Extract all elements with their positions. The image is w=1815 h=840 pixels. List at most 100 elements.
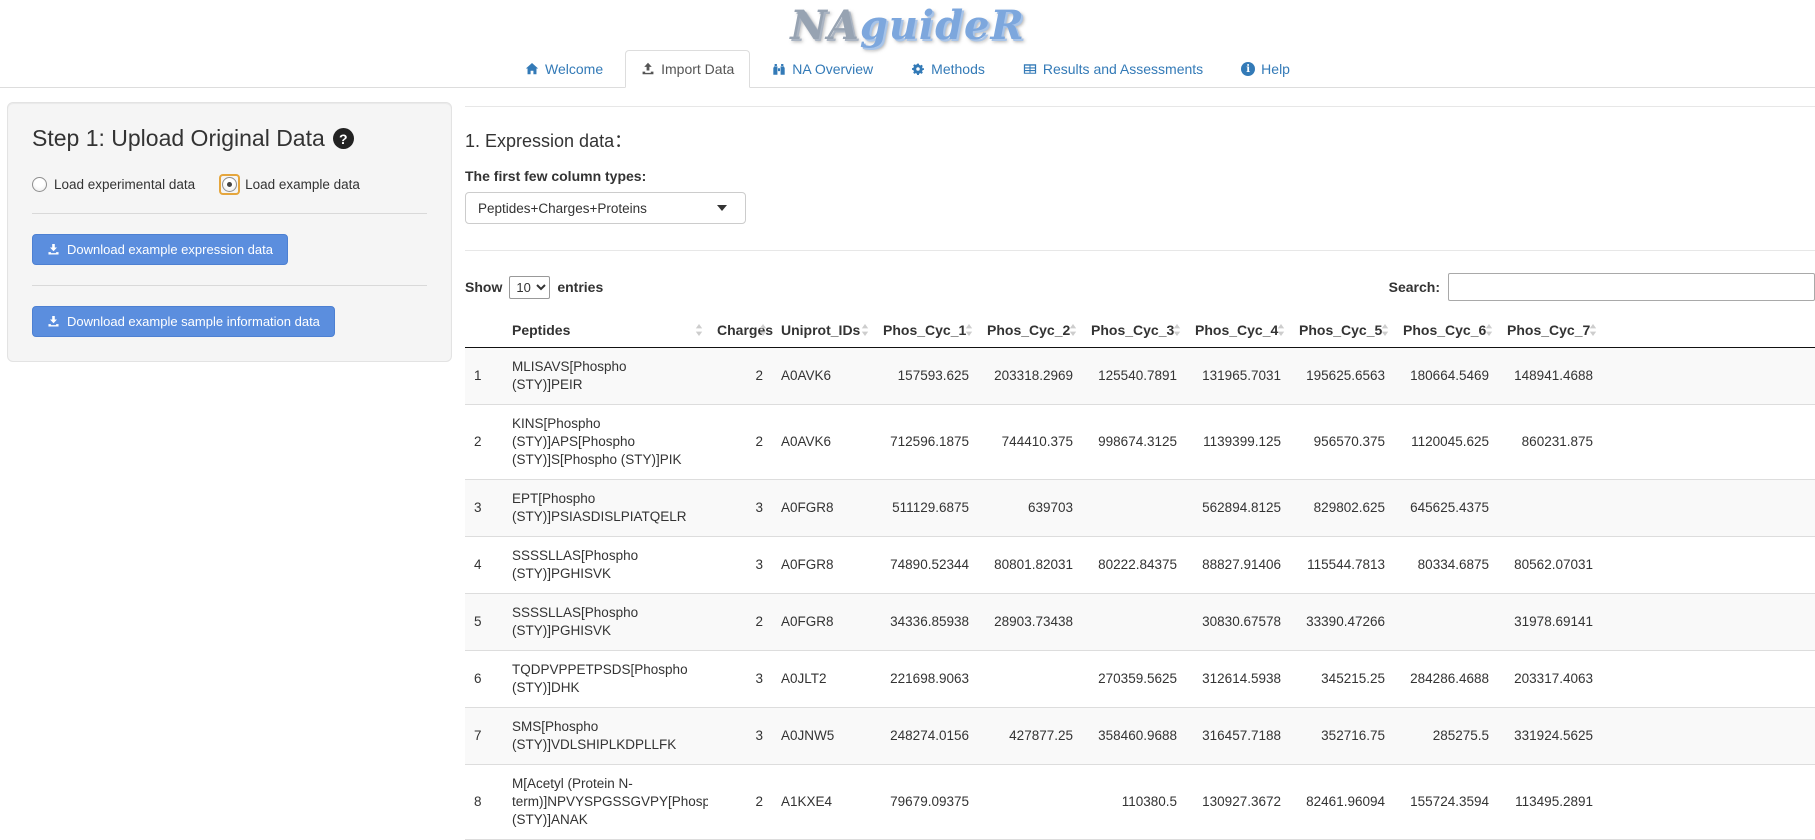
value-cell: 352716.75 — [1290, 708, 1394, 765]
tab-label: Import Data — [661, 61, 734, 77]
tab-na-overview[interactable]: NA Overview — [756, 50, 889, 88]
value-cell — [1082, 594, 1186, 651]
sort-icon — [1069, 324, 1077, 336]
row-index-cell: 2 — [465, 405, 503, 480]
column-header-Uniprot_IDs[interactable]: Uniprot_IDs — [772, 313, 874, 348]
value-cell: 285275.5 — [1394, 708, 1498, 765]
radio-load-example-data[interactable]: Load example data — [221, 176, 360, 193]
value-cell: 248274.0156 — [874, 708, 978, 765]
page-length-select[interactable]: 10 — [509, 276, 550, 299]
value-cell: 712596.1875 — [874, 405, 978, 480]
binoculars-icon — [772, 62, 786, 76]
tab-help[interactable]: i Help — [1225, 50, 1306, 88]
column-header-Phos_Cyc_5[interactable]: Phos_Cyc_5 — [1290, 313, 1394, 348]
charge-cell: 2 — [708, 348, 772, 405]
expression-data-table: PeptidesChargesUniprot_IDs Phos_Cyc_1 Phos… — [465, 313, 1815, 840]
value-cell: 562894.8125 — [1186, 480, 1290, 537]
search-input[interactable] — [1448, 273, 1815, 301]
tab-methods[interactable]: Methods — [895, 50, 1001, 88]
tab-welcome[interactable]: Welcome — [509, 50, 619, 88]
charge-cell: 2 — [708, 405, 772, 480]
value-cell: 427877.25 — [978, 708, 1082, 765]
peptide-cell: EPT[Phospho (STY)]PSIASDISLPIATQELR — [503, 480, 708, 537]
tab-results-assessments[interactable]: Results and Assessments — [1007, 50, 1219, 88]
charge-cell: 2 — [708, 594, 772, 651]
row-index-cell: 5 — [465, 594, 503, 651]
value-cell — [978, 765, 1082, 840]
filler-cell — [1602, 480, 1815, 537]
table-icon — [1023, 62, 1037, 76]
main-nav: Welcome Import Data NA Overview Methods … — [0, 50, 1815, 88]
column-header-index — [465, 313, 503, 348]
sort-icon — [1277, 324, 1285, 336]
column-header-filler — [1602, 313, 1815, 348]
uniprot-id-cell: A0JLT2 — [772, 651, 874, 708]
value-cell: 1139399.125 — [1186, 405, 1290, 480]
column-label: Phos_Cyc_5 — [1299, 322, 1382, 338]
row-index-cell: 1 — [465, 348, 503, 405]
column-header-Phos_Cyc_2[interactable]: Phos_Cyc_2 — [978, 313, 1082, 348]
peptide-cell: MLISAVS[Phospho (STY)]PEIR — [503, 348, 708, 405]
column-label: Phos_Cyc_1 — [883, 322, 966, 338]
main-content: 1. Expression data： The first few column… — [465, 106, 1815, 840]
sort-icon — [1381, 324, 1389, 336]
filler-cell — [1602, 405, 1815, 480]
data-source-radio-group: Load experimental data Load example data — [32, 176, 427, 193]
value-cell: 34336.85938 — [874, 594, 978, 651]
gears-icon — [911, 62, 925, 76]
column-header-Phos_Cyc_3[interactable]: Phos_Cyc_3 — [1082, 313, 1186, 348]
download-icon — [47, 243, 60, 256]
value-cell: 30830.67578 — [1186, 594, 1290, 651]
value-cell: 203317.4063 — [1498, 651, 1602, 708]
column-header-Peptides[interactable]: Peptides — [503, 313, 708, 348]
peptide-cell: KINS[Phospho (STY)]APS[Phospho (STY)]S[P… — [503, 405, 708, 480]
filler-cell — [1602, 594, 1815, 651]
column-header-Phos_Cyc_7[interactable]: Phos_Cyc_7 — [1498, 313, 1602, 348]
question-circle-icon[interactable]: ? — [333, 128, 354, 149]
column-label: Phos_Cyc_7 — [1507, 322, 1590, 338]
charge-cell: 3 — [708, 537, 772, 594]
download-example-expression-button[interactable]: Download example expression data — [32, 234, 288, 265]
column-types-select[interactable]: Peptides+Charges+Proteins — [465, 192, 746, 224]
sort-icon — [861, 324, 869, 336]
table-row: 3EPT[Phospho (STY)]PSIASDISLPIATQELR3A0F… — [465, 480, 1815, 537]
tab-import-data[interactable]: Import Data — [625, 50, 750, 88]
info-icon: i — [1241, 62, 1255, 76]
peptide-cell: SSSSLLAS[Phospho (STY)]PGHISVK — [503, 594, 708, 651]
column-header-Phos_Cyc_1[interactable]: Phos_Cyc_1 — [874, 313, 978, 348]
value-cell: 744410.375 — [978, 405, 1082, 480]
sort-icon — [1589, 324, 1597, 336]
datatable-controls: Show 10 entries Search: — [465, 273, 1815, 301]
column-header-Phos_Cyc_4[interactable]: Phos_Cyc_4 — [1186, 313, 1290, 348]
radio-load-experimental-data[interactable]: Load experimental data — [32, 177, 195, 192]
value-cell: 33390.47266 — [1290, 594, 1394, 651]
row-index-cell: 4 — [465, 537, 503, 594]
value-cell: 80801.82031 — [978, 537, 1082, 594]
value-cell: 956570.375 — [1290, 405, 1394, 480]
filler-cell — [1602, 537, 1815, 594]
row-index-cell: 3 — [465, 480, 503, 537]
uniprot-id-cell: A0FGR8 — [772, 537, 874, 594]
tab-label: Welcome — [545, 61, 603, 77]
value-cell: 284286.4688 — [1394, 651, 1498, 708]
value-cell: 79679.09375 — [874, 765, 978, 840]
value-cell: 148941.4688 — [1498, 348, 1602, 405]
chevron-down-icon — [717, 205, 727, 211]
charge-cell: 3 — [708, 651, 772, 708]
value-cell: 316457.7188 — [1186, 708, 1290, 765]
table-row: 6TQDPVPPETPSDS[Phospho (STY)]DHK3A0JLT22… — [465, 651, 1815, 708]
column-header-Charges[interactable]: Charges — [708, 313, 772, 348]
charge-cell: 3 — [708, 480, 772, 537]
column-label: Phos_Cyc_3 — [1091, 322, 1174, 338]
value-cell: 115544.7813 — [1290, 537, 1394, 594]
value-cell: 1120045.625 — [1394, 405, 1498, 480]
column-header-Phos_Cyc_6[interactable]: Phos_Cyc_6 — [1394, 313, 1498, 348]
download-example-sample-info-button[interactable]: Download example sample information data — [32, 306, 335, 337]
value-cell: 80334.6875 — [1394, 537, 1498, 594]
value-cell: 639703 — [978, 480, 1082, 537]
uniprot-id-cell: A0AVK6 — [772, 405, 874, 480]
value-cell: 80562.07031 — [1498, 537, 1602, 594]
button-label: Download example expression data — [67, 242, 273, 257]
table-row: 2KINS[Phospho (STY)]APS[Phospho (STY)]S[… — [465, 405, 1815, 480]
section-title: 1. Expression data： — [465, 127, 1815, 153]
